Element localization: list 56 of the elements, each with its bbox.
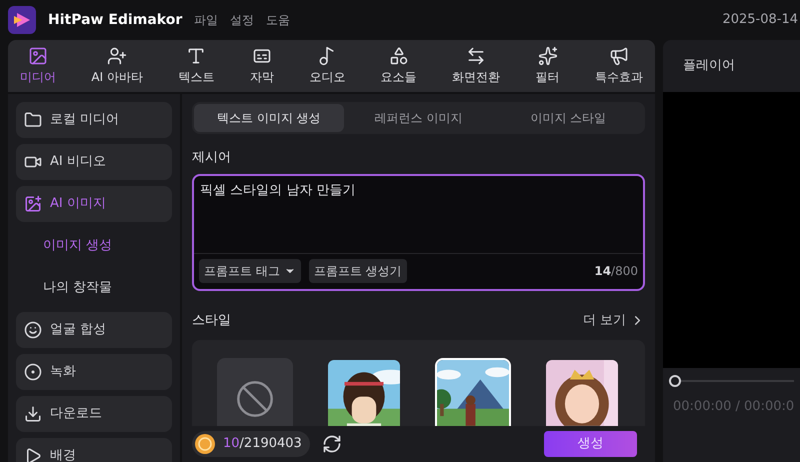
mode-tab[interactable]: 텍스트 이미지 생성 [194, 104, 344, 132]
generate-button[interactable]: 생성 [544, 431, 637, 457]
time-display: 00:00:00 / 00:00:0 [672, 398, 796, 416]
date-text: 2025-08-14 [722, 11, 798, 30]
sidebar-item[interactable]: 녹화 [16, 354, 172, 390]
none-icon [234, 379, 275, 419]
app-title: HitPaw Edimakor [48, 10, 182, 30]
prompt-label: 제시어 [192, 149, 232, 167]
player-title: 플레이어 [682, 57, 736, 76]
menu-item[interactable]: 도움 [266, 11, 290, 29]
playhead-handle[interactable] [669, 375, 681, 387]
user-plus-icon [107, 46, 128, 66]
sidebar-subitem[interactable]: 나의 창작물 [16, 270, 172, 306]
mode-tab[interactable]: 레퍼런스 이미지 [344, 104, 494, 132]
image-plus-icon [24, 195, 42, 213]
sidebar-item[interactable]: 배경 [16, 438, 172, 462]
toolbar-tab[interactable]: 요소들 [376, 46, 421, 86]
more-link[interactable]: 더 보기 [582, 310, 645, 330]
toolbar-tab[interactable]: 자막 [246, 46, 278, 86]
record-icon [24, 363, 42, 381]
prompt-field[interactable]: 픽셀 스타일의 남자 만들기 프롬프트 태그 프롬프트 생성기 14/800 [192, 174, 645, 290]
menu-item[interactable]: 파일 [194, 11, 218, 29]
toolbar-tab[interactable]: 미디어 [16, 46, 60, 86]
toolbar-tab[interactable]: 필터 [532, 46, 564, 86]
sidebar-item[interactable]: 로컬 미디어 [16, 102, 172, 138]
folder-icon [24, 111, 42, 129]
sidebar-subitem[interactable]: 이미지 생성 [16, 228, 172, 264]
sparkle-icon [538, 46, 558, 66]
credits-text: 10/2190403 [223, 435, 302, 454]
prompt-tag-dropdown[interactable]: 프롬프트 태그 [199, 259, 301, 283]
text-icon [186, 46, 206, 66]
sidebar-item[interactable]: AI 이미지 [16, 186, 172, 222]
toolbar-tab[interactable]: 화면전환 [448, 46, 504, 86]
toolbar-tab[interactable]: 텍스트 [174, 46, 218, 86]
toolbar-tab[interactable]: AI 아바타 [87, 46, 147, 86]
megaphone-icon [608, 46, 629, 66]
play-icon [24, 447, 42, 462]
toolbar-tab[interactable]: 오디오 [305, 46, 350, 86]
mode-tab[interactable]: 이미지 스타일 [493, 104, 644, 132]
smiley-icon [24, 321, 42, 339]
menu-item[interactable]: 설정 [230, 11, 254, 29]
toolbar-tab[interactable]: 특수효과 [590, 46, 647, 86]
character-count: 14/800 [594, 263, 638, 280]
ai-coin-icon [195, 434, 215, 454]
shapes-icon [388, 46, 409, 66]
download-icon [24, 405, 42, 423]
arrows-icon [466, 46, 486, 66]
sidebar-item[interactable]: 다운로드 [16, 396, 172, 432]
refresh-icon[interactable] [322, 434, 342, 454]
sidebar-item[interactable]: AI 비디오 [16, 144, 172, 180]
image-icon [28, 46, 48, 66]
app-logo-icon [8, 6, 36, 34]
no-style-option[interactable] [216, 358, 293, 426]
sidebar-item[interactable]: 얼굴 합성 [16, 312, 172, 348]
prompt-generator-button[interactable]: 프롬프트 생성기 [308, 259, 407, 283]
style-heading: 스타일 [192, 312, 231, 330]
